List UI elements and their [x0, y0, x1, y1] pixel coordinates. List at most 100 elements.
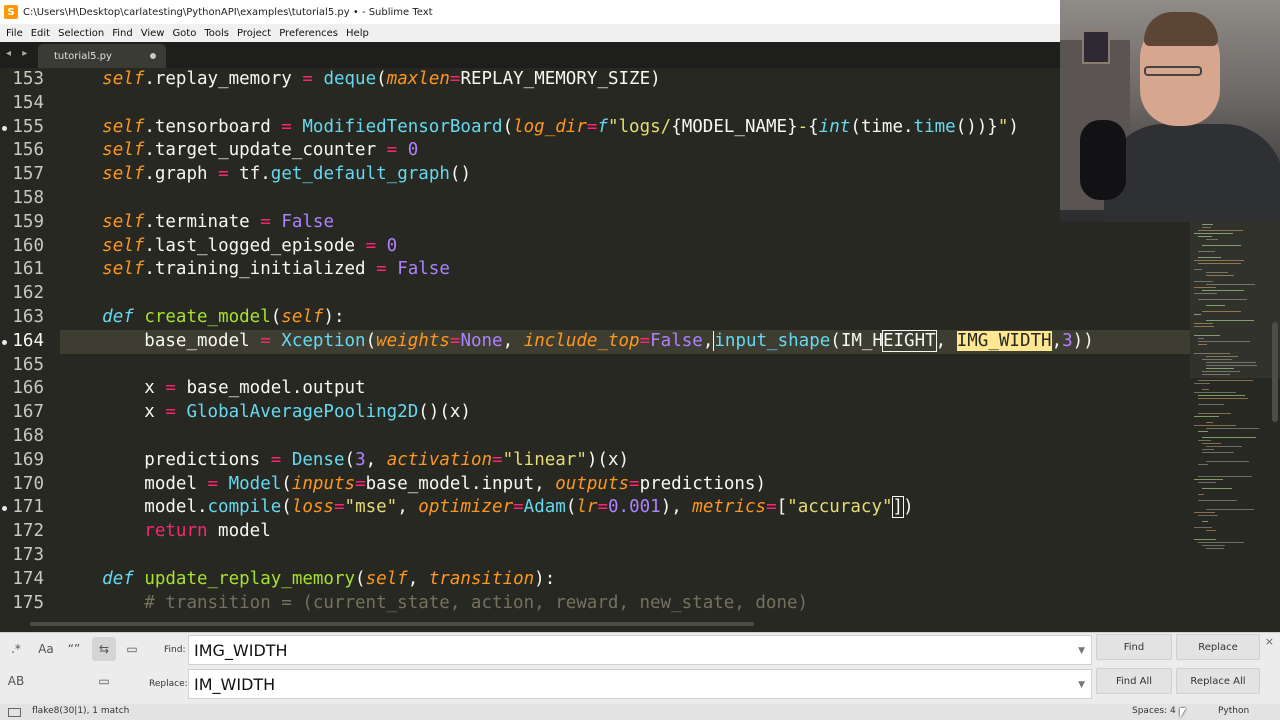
menu-tools[interactable]: Tools	[200, 28, 233, 39]
in-selection-toggle-icon[interactable]: ▭	[120, 637, 144, 661]
line-number: 156	[12, 140, 44, 161]
code-line-153[interactable]: self.replay_memory = deque(maxlen=REPLAY…	[60, 68, 660, 92]
token-operator: =	[207, 473, 219, 494]
minimap-line	[1194, 512, 1215, 513]
menu-goto[interactable]: Goto	[168, 28, 200, 39]
line-number: 165	[12, 354, 44, 375]
menu-help[interactable]: Help	[342, 28, 373, 39]
indentation-status[interactable]: Spaces: 4	[1132, 706, 1176, 716]
token-keyword: return	[144, 521, 208, 542]
minimap-line	[1202, 452, 1234, 453]
menu-selection[interactable]: Selection	[54, 28, 108, 39]
code-line-171[interactable]: model.compile(loss="mse", optimizer=Adam…	[60, 496, 914, 520]
menu-edit[interactable]: Edit	[27, 28, 54, 39]
menu-project[interactable]: Project	[233, 28, 275, 39]
code-line-170[interactable]: model = Model(inputs=base_model.input, o…	[60, 473, 766, 497]
vertical-scrollbar-thumb[interactable]	[1272, 322, 1278, 422]
token-number: 0	[407, 140, 419, 161]
line-number: 160	[12, 235, 44, 256]
menu-find[interactable]: Find	[108, 28, 137, 39]
case-sensitive-toggle-icon[interactable]: Aa	[34, 637, 58, 661]
token-param: weights	[376, 330, 450, 351]
code-line-157[interactable]: self.graph = tf.get_default_graph()	[60, 163, 471, 187]
replace-history-dropdown-icon[interactable]: ▼	[1078, 680, 1085, 690]
code-line-161[interactable]: self.training_initialized = False	[60, 258, 450, 282]
horizontal-scrollbar-thumb[interactable]	[30, 622, 754, 626]
line-number: 154	[12, 92, 44, 113]
code-line-172[interactable]: return model	[60, 520, 270, 544]
code-line-155[interactable]: self.tensorboard = ModifiedTensorBoard(l…	[60, 116, 1019, 140]
code-line-175[interactable]: # transition = (current_state, action, r…	[60, 592, 808, 616]
token-string: "accuracy"	[787, 497, 893, 518]
code-editor[interactable]: 153 154 155 156 157 158 159 160 161 162 163 164 165 1…	[0, 68, 1190, 620]
webcam-overlay	[1060, 0, 1280, 222]
search-match-selected: IMG_WIDTH	[956, 330, 1052, 351]
menu-preferences[interactable]: Preferences	[275, 28, 342, 39]
code-line-166[interactable]: x = base_model.output	[60, 377, 365, 401]
code-line-169[interactable]: predictions = Dense(3, activation="linea…	[60, 449, 629, 473]
replace-button[interactable]: Replace	[1176, 634, 1260, 660]
wrap-toggle-icon[interactable]: ⇆	[92, 637, 116, 661]
code-line-174[interactable]: def update_replay_memory(self, transitio…	[60, 568, 555, 592]
code-line-167[interactable]: x = GlobalAveragePooling2D()(x)	[60, 401, 471, 425]
token-call: get_default_graph	[270, 164, 450, 185]
token-string: "	[997, 116, 1009, 137]
code-line-164[interactable]: base_model = Xception(weights=None, incl…	[60, 329, 1190, 354]
regex-toggle-icon[interactable]: .*	[4, 637, 28, 661]
token-call: Adam	[523, 497, 566, 518]
whole-word-toggle-icon[interactable]: “”	[62, 637, 86, 661]
find-button[interactable]: Find	[1096, 634, 1172, 660]
close-panel-icon[interactable]: ×	[1265, 635, 1274, 648]
token-param: loss	[291, 497, 334, 518]
find-label: Find:	[164, 645, 186, 655]
find-history-dropdown-icon[interactable]: ▼	[1078, 646, 1085, 656]
tab-tutorial5[interactable]: tutorial5.py	[38, 44, 166, 68]
menu-file[interactable]: File	[2, 28, 27, 39]
line-number: 157	[12, 164, 44, 185]
minimap-line	[1198, 395, 1245, 396]
code-line-163[interactable]: def create_model(self):	[60, 306, 344, 330]
code-area[interactable]: self.replay_memory = deque(maxlen=REPLAY…	[60, 68, 1190, 620]
highlight-matches-toggle-icon[interactable]: ▭	[92, 669, 116, 693]
find-replace-panel: .* Aa “” ⇆ ▭ AB ▭ Find: IMG_WIDTH ▼ Repl…	[0, 632, 1280, 704]
search-match-outline: EIGHT	[881, 329, 937, 352]
code-line-159[interactable]: self.terminate = False	[60, 211, 334, 235]
tab-nav-arrows-icon[interactable]: ◂ ▸	[6, 48, 31, 59]
line-number: 174	[12, 568, 44, 589]
line-number: 172	[12, 521, 44, 542]
minimap-line	[1194, 416, 1219, 417]
preserve-case-toggle-icon[interactable]: AB	[4, 669, 28, 693]
code-line-160[interactable]: self.last_logged_episode = 0	[60, 235, 397, 259]
find-input[interactable]: IMG_WIDTH ▼	[188, 635, 1092, 665]
token-operator: =	[165, 378, 176, 399]
token-string: -	[797, 116, 809, 137]
find-all-button[interactable]: Find All	[1096, 668, 1172, 694]
panel-toggle-icon[interactable]	[8, 708, 21, 717]
code-line-156[interactable]: self.target_update_counter = 0	[60, 139, 418, 163]
horizontal-scrollbar[interactable]	[0, 620, 1190, 628]
syntax-status[interactable]: Python	[1218, 706, 1249, 716]
line-number: 153	[12, 69, 44, 89]
token-number: 0.001	[608, 497, 661, 518]
replace-input[interactable]: IM_WIDTH ▼	[188, 669, 1092, 699]
token-param: optimizer	[418, 497, 514, 518]
tab-label: tutorial5.py	[54, 50, 112, 62]
replace-all-button[interactable]: Replace All	[1176, 668, 1260, 694]
sublime-logo-icon: S	[4, 5, 18, 19]
token-call: deque	[323, 69, 377, 89]
token-constant: False	[650, 330, 703, 351]
token-operator: =	[218, 164, 229, 185]
menu-view[interactable]: View	[137, 28, 169, 39]
token-operator: =	[165, 402, 176, 423]
minimap-viewport[interactable]	[1190, 218, 1280, 378]
unsaved-dot-icon[interactable]	[150, 53, 156, 59]
token-self: self	[102, 116, 145, 137]
token-builtin: int	[818, 116, 851, 137]
token-call: GlobalAveragePooling2D	[186, 402, 419, 423]
token-operator: =	[492, 449, 503, 470]
